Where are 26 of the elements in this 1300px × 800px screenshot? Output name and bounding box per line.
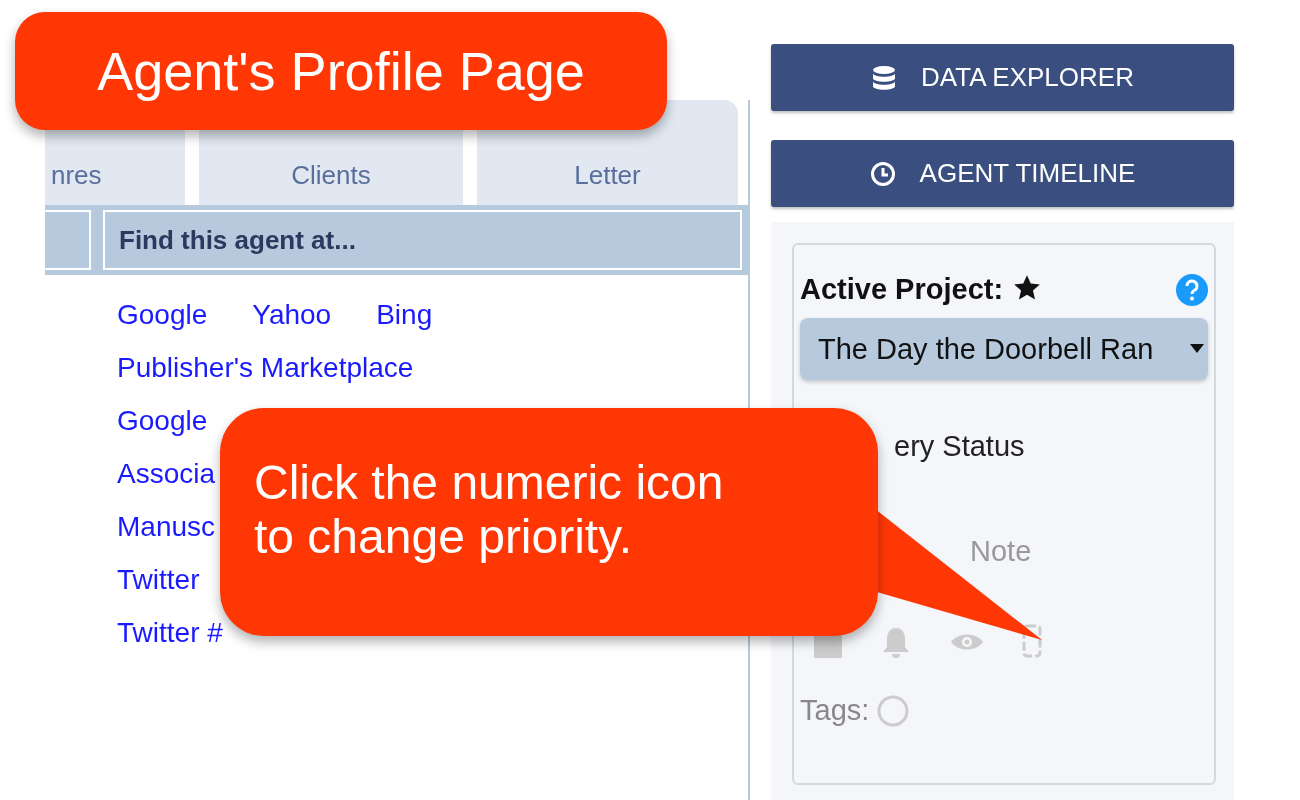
project-label: Active Project: xyxy=(800,273,1042,306)
header-cell xyxy=(45,210,91,270)
section-header: Find this agent at... xyxy=(103,210,742,270)
database-icon xyxy=(871,64,898,91)
help-icon[interactable] xyxy=(1176,273,1208,306)
bell-icon[interactable] xyxy=(880,626,912,658)
eye-icon[interactable] xyxy=(950,632,984,652)
sidebar-button[interactable]: DATA EXPLORER xyxy=(771,44,1234,111)
sidebar-button[interactable]: AGENT TIMELINE xyxy=(771,140,1234,207)
search-link[interactable]: Twitter xyxy=(117,562,200,598)
search-link[interactable]: Google xyxy=(117,403,208,439)
star-icon xyxy=(1013,274,1042,302)
search-link[interactable]: Publisher's Marketplace xyxy=(117,350,414,386)
title-tooltip: Agent's Profile Page xyxy=(15,12,667,130)
priority-icon[interactable] xyxy=(1022,624,1042,658)
caret-icon xyxy=(1190,344,1204,354)
tags-label: Tags: xyxy=(800,694,870,727)
project-select[interactable]: The Day the Doorbell Ran xyxy=(800,318,1208,380)
search-link[interactable]: Google xyxy=(117,297,208,333)
clock-icon xyxy=(869,160,896,187)
search-link[interactable]: Yahoo xyxy=(252,297,332,333)
add-tag-icon[interactable] xyxy=(877,694,910,727)
search-link[interactable]: Associa xyxy=(117,456,216,492)
search-link[interactable]: Bing xyxy=(376,297,433,333)
search-link[interactable]: Manusc xyxy=(117,509,216,545)
query-status[interactable]: ery Status xyxy=(894,430,1025,463)
